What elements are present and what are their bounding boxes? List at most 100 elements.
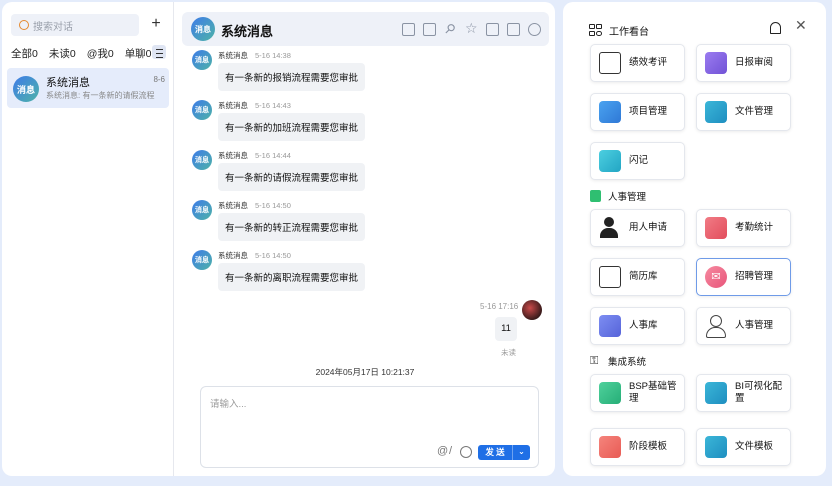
conversation-time: 8-6 <box>153 75 165 84</box>
app-card-stage-template[interactable]: 阶段模板 <box>590 428 685 466</box>
input-placeholder: 请输入... <box>210 399 247 410</box>
user-avatar[interactable] <box>522 300 542 320</box>
app-card-files[interactable]: 文件管理 <box>696 93 791 131</box>
app-card-personnel-db[interactable]: 人事库 <box>590 307 685 345</box>
filter-all[interactable]: 全部0 <box>11 46 38 61</box>
workbench-header: 工作看台 <box>589 23 649 38</box>
app-label: BSP基础管理 <box>629 381 677 404</box>
document-icon <box>590 190 601 202</box>
mail-icon: ✉ <box>705 266 727 288</box>
message-sender: 系统消息 <box>218 151 248 160</box>
message-time: 5-16 14:50 <box>255 251 291 260</box>
my-message-bubble[interactable]: 11 <box>495 317 517 341</box>
filter-mentions[interactable]: @我0 <box>87 46 114 61</box>
chat-area: 消息 系统消息 消息 系统消息 5-16 14:38 有一条新的报销流程需要您审批… <box>175 2 555 476</box>
conversation-preview: 系统消息: 有一条新的请假流程 <box>46 91 155 100</box>
read-status: 未读 <box>501 348 516 357</box>
message-sender: 系统消息 <box>218 251 248 260</box>
add-conversation-button[interactable]: + <box>146 14 166 36</box>
app-label: BI可视化配置 <box>735 381 782 404</box>
conversation-item[interactable]: 消息 系统消息 系统消息: 有一条新的请假流程 8-6 <box>7 68 169 108</box>
calendar-icon[interactable] <box>507 23 520 36</box>
message-bubble[interactable]: 有一条新的报销流程需要您审批 <box>218 63 366 91</box>
app-card-file-template[interactable]: 文件模板 <box>696 428 791 466</box>
split-view-icon[interactable] <box>402 23 415 36</box>
document-icon[interactable] <box>423 23 436 36</box>
message-input[interactable]: 请输入... @ / 发 送 ⌄ <box>200 386 539 468</box>
send-button[interactable]: 发 送 ⌄ <box>478 445 530 460</box>
avatar: 消息 <box>192 50 212 70</box>
workbench-title: 工作看台 <box>609 27 649 38</box>
mention-icon[interactable]: @ <box>437 445 448 457</box>
close-icon[interactable]: ✕ <box>795 17 807 34</box>
app-card-daily-report[interactable]: 日报审阅 <box>696 44 791 82</box>
send-label: 发 送 <box>485 447 505 457</box>
app-label: 人事管理 <box>735 320 774 331</box>
search-input[interactable]: 搜索对话 <box>11 14 139 36</box>
message-bubble[interactable]: 有一条新的离职流程需要您审批 <box>218 263 366 291</box>
filter-single-chat[interactable]: 单聊0 <box>125 46 152 61</box>
app-card-bsp[interactable]: BSP基础管理 <box>590 374 685 412</box>
search-icon <box>19 20 29 30</box>
message-bubble[interactable]: 有一条新的请假流程需要您审批 <box>218 163 366 191</box>
app-label: 文件管理 <box>735 106 774 117</box>
app-card-bi[interactable]: BI可视化配置 <box>696 374 791 412</box>
book-icon <box>705 52 727 74</box>
message-sender: 系统消息 <box>218 101 248 110</box>
template-icon <box>599 436 621 458</box>
app-label: 用人申请 <box>629 222 668 233</box>
bell-icon[interactable] <box>770 22 781 34</box>
app-card-attendance[interactable]: 考勤统计 <box>696 209 791 247</box>
key-icon: ⚿ <box>590 355 599 367</box>
app-label: 文件模板 <box>735 441 774 452</box>
chat-timestamp: 2024年05月17日 10:21:37 <box>315 367 415 377</box>
avatar: 消息 <box>192 200 212 220</box>
app-card-staffing[interactable]: 用人申请 <box>590 209 685 247</box>
chat-title: 系统消息 <box>221 24 274 39</box>
message-time: 5-16 14:43 <box>255 101 291 110</box>
section-title: 人事管理 <box>608 192 647 203</box>
app-card-recruitment[interactable]: ✉ 招聘管理 <box>696 258 791 296</box>
app-label: 绩效考评 <box>629 57 668 68</box>
avatar: 消息 <box>13 76 39 102</box>
app-card-performance[interactable]: 绩效考评 <box>590 44 685 82</box>
search-placeholder: 搜索对话 <box>33 21 73 33</box>
section-hr: 人事管理 <box>590 189 646 203</box>
avatar: 消息 <box>191 17 215 41</box>
app-card-resume[interactable]: 简历库 <box>590 258 685 296</box>
add-user-icon <box>599 217 621 239</box>
grid-icon <box>589 23 603 38</box>
message-bubble[interactable]: 有一条新的转正流程需要您审批 <box>218 213 366 241</box>
settings-icon[interactable] <box>528 23 541 36</box>
avatar: 消息 <box>192 250 212 270</box>
chat-panel: 搜索对话 + 全部0 未读0 @我0 单聊0 消息 系统消息 系统消息: 有一条… <box>2 2 555 476</box>
app-card-project[interactable]: 项目管理 <box>590 93 685 131</box>
layers-icon <box>599 101 621 123</box>
section-integration: ⚿ 集成系统 <box>590 354 646 368</box>
star-icon[interactable] <box>465 20 478 37</box>
filter-unread[interactable]: 未读0 <box>49 46 76 61</box>
message-time: 5-16 14:38 <box>255 51 291 60</box>
app-card-flash-notes[interactable]: 闪记 <box>590 142 685 180</box>
command-icon[interactable]: / <box>449 445 452 457</box>
user-icon <box>705 315 727 338</box>
message-sender: 系统消息 <box>218 201 248 210</box>
app-label: 招聘管理 <box>735 271 774 282</box>
app-label: 考勤统计 <box>735 222 774 233</box>
user-icon <box>599 315 621 337</box>
message-sender: 系统消息 <box>218 51 248 60</box>
menu-icon[interactable] <box>152 45 166 59</box>
message-bubble[interactable]: 有一条新的加班流程需要您审批 <box>218 113 366 141</box>
chevron-down-icon[interactable]: ⌄ <box>512 445 530 460</box>
message-time: 5-16 14:50 <box>255 201 291 210</box>
chat-header: 消息 系统消息 <box>182 12 549 46</box>
chat-toolbar <box>402 20 541 37</box>
notes-icon[interactable] <box>486 23 499 36</box>
pin-icon[interactable] <box>444 23 457 36</box>
chart-icon <box>705 382 727 404</box>
user-card-icon <box>705 217 727 239</box>
my-message-time: 5-16 17:16 <box>480 302 519 311</box>
app-label: 人事库 <box>629 320 658 331</box>
emoji-icon[interactable] <box>460 446 472 458</box>
app-card-personnel-mgmt[interactable]: 人事管理 <box>696 307 791 345</box>
